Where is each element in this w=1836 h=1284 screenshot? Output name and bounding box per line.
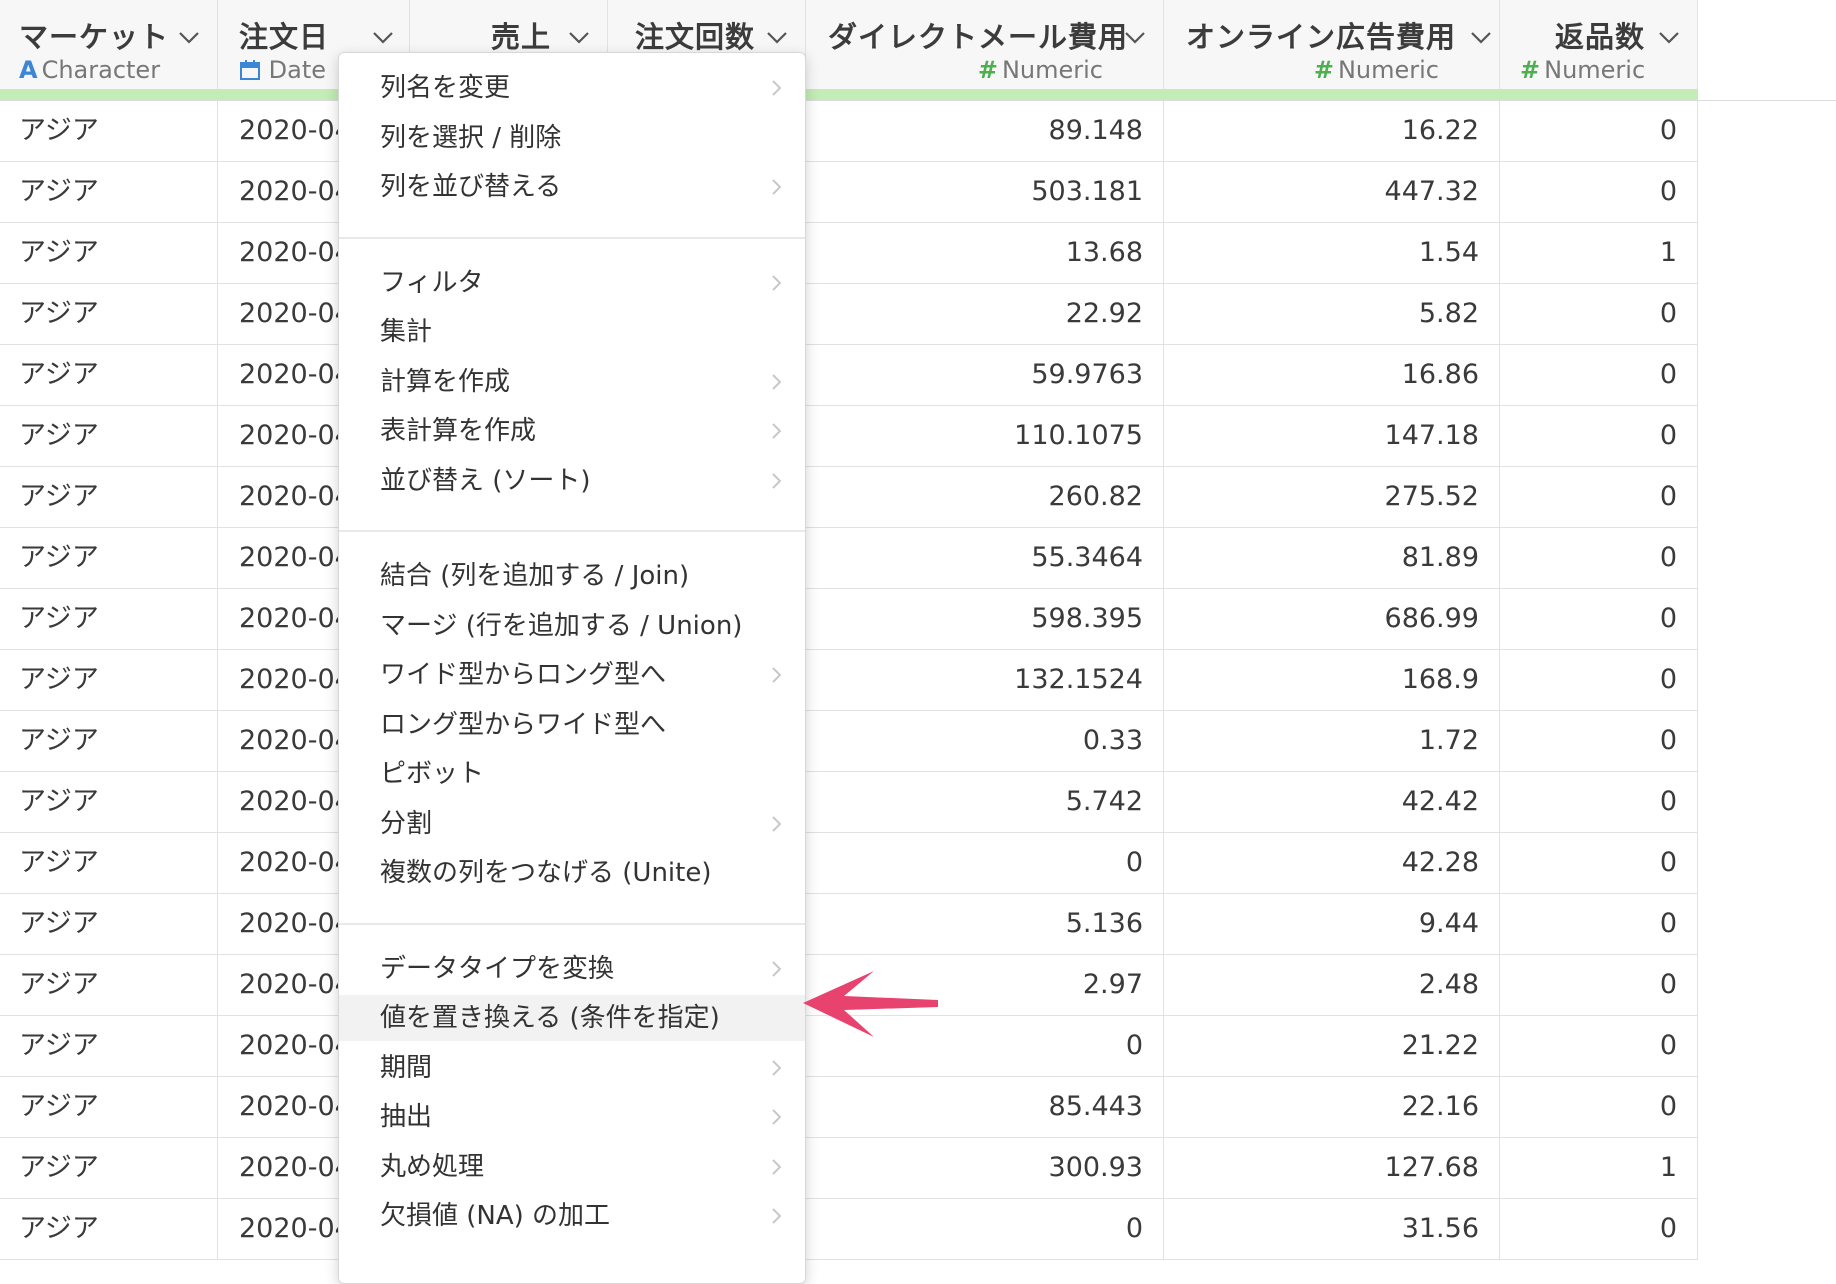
annotation-arrow-icon xyxy=(803,971,938,1037)
arrow-shape xyxy=(803,971,938,1037)
